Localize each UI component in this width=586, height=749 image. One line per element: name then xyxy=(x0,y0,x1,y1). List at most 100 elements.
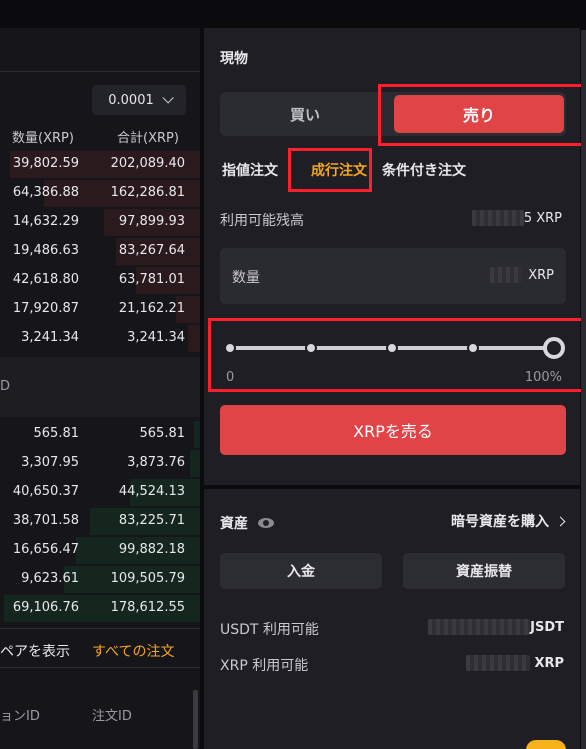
support-chat-button[interactable] xyxy=(526,740,566,749)
bid-amount: 3,307.95 xyxy=(21,455,79,470)
assets-title: 資産 xyxy=(220,513,274,533)
ask-row[interactable]: 39,802.59 202,089.40 xyxy=(0,150,200,179)
quantity-unit: XRP xyxy=(490,267,554,283)
redacted-usdt xyxy=(428,619,531,635)
bid-amount: 9,623.61 xyxy=(21,571,79,586)
xrp-available-suffix: XRP xyxy=(534,655,564,671)
orders-col-a: ョンID xyxy=(0,709,40,724)
ask-amount: 42,618.80 xyxy=(12,272,79,287)
bid-depth-bar xyxy=(190,450,200,477)
bid-total: 565.81 xyxy=(139,426,186,441)
ask-amount: 3,241.34 xyxy=(21,330,79,345)
mid-price-row: D xyxy=(0,357,200,417)
orders-bar: ペアを表示 すべての注文 xyxy=(0,628,200,668)
ask-row[interactable]: 14,632.29 97,899.93 xyxy=(0,208,200,237)
trade-section-title: 現物 xyxy=(220,51,248,67)
chevron-right-icon xyxy=(555,516,566,526)
bid-row[interactable]: 9,623.61 109,505.79 xyxy=(0,565,200,594)
bid-amount: 69,106.76 xyxy=(12,600,79,615)
xrp-available-label: XRP 利用可能 xyxy=(220,658,309,674)
ask-amount: 19,486.63 xyxy=(12,243,79,258)
deposit-button[interactable]: 入金 xyxy=(220,553,382,589)
slider-stop-0[interactable] xyxy=(224,342,236,354)
redacted-xrp xyxy=(466,655,531,671)
eye-icon[interactable] xyxy=(258,518,274,528)
top-strip xyxy=(0,0,586,22)
slider-handle[interactable] xyxy=(543,337,565,359)
bid-row[interactable]: 69,106.76 178,612.55 xyxy=(0,594,200,623)
orderbook-header xyxy=(0,28,200,72)
bid-row[interactable]: 3,307.95 3,873.76 xyxy=(0,449,200,478)
available-balance-suffix: 5 XRP xyxy=(523,210,562,226)
bid-row[interactable]: 16,656.47 99,882.18 xyxy=(0,536,200,565)
bid-row[interactable]: 38,701.58 83,225.71 xyxy=(0,507,200,536)
slider-stop-75[interactable] xyxy=(467,342,479,354)
ask-amount: 64,386.88 xyxy=(12,185,79,200)
orderbook-panel: 0.0001 数量(XRP) 合計(XRP) 39,802.59 202,089.… xyxy=(0,28,200,749)
ask-amount: 39,802.59 xyxy=(12,156,79,171)
sell-xrp-button[interactable]: XRPを売る xyxy=(220,405,566,455)
ask-total: 83,267.64 xyxy=(118,243,185,258)
amount-slider[interactable] xyxy=(224,337,565,359)
ask-total: 63,781.01 xyxy=(118,272,185,287)
ask-total: 162,286.81 xyxy=(110,185,185,200)
sell-tab-button[interactable]: 売り xyxy=(394,95,564,133)
usdt-available-suffix: JSDT xyxy=(530,619,564,635)
ask-depth-bar xyxy=(188,325,200,352)
ask-amount: 14,632.29 xyxy=(12,214,79,229)
buy-crypto-text: 暗号資産を購入 xyxy=(451,514,549,530)
available-balance-label: 利用可能残高 xyxy=(220,213,304,229)
side-toggle: 買い 売り xyxy=(220,92,566,136)
col-amount: 数量(XRP) xyxy=(12,131,74,146)
redacted-balance xyxy=(471,210,524,226)
ask-total: 202,089.40 xyxy=(110,156,185,171)
transfer-button[interactable]: 資産振替 xyxy=(403,553,565,589)
ask-total: 21,162.21 xyxy=(118,301,185,316)
bid-row[interactable]: 565.81 565.81 xyxy=(0,420,200,449)
bid-list: 565.81 565.81 3,307.95 3,873.76 40,650.37 44,… xyxy=(0,420,200,623)
quantity-field[interactable]: 数量 XRP xyxy=(220,248,566,304)
assets-title-text: 資産 xyxy=(220,516,248,532)
assets-panel: 資産 暗号資産を購入 入金 資産振替 USDT 利用可能 JSDT XRP 利用… xyxy=(204,489,580,749)
buy-crypto-link[interactable]: 暗号資産を購入 xyxy=(451,511,566,531)
ask-row[interactable]: 17,920.87 21,162.21 xyxy=(0,295,200,324)
bid-total: 99,882.18 xyxy=(118,542,185,557)
show-pair-toggle[interactable]: ペアを表示 xyxy=(0,641,70,661)
ask-row[interactable]: 64,386.88 162,286.81 xyxy=(0,179,200,208)
ask-list: 39,802.59 202,089.40 64,386.88 162,286.81 14… xyxy=(0,150,200,353)
bid-total: 83,225.71 xyxy=(118,513,185,528)
orders-scrollbar[interactable] xyxy=(193,690,198,749)
bid-row[interactable]: 40,650.37 44,524.13 xyxy=(0,478,200,507)
slider-stop-25[interactable] xyxy=(305,342,317,354)
bid-amount: 565.81 xyxy=(33,426,80,441)
precision-select[interactable]: 0.0001 xyxy=(92,85,186,115)
precision-value: 0.0001 xyxy=(108,92,154,108)
slider-min-label: 0 xyxy=(226,370,235,385)
trade-panel: 現物 買い 売り 指値注文 成行注文 条件付き注文 利用可能残高 5 XRP 数… xyxy=(204,28,586,485)
tab-conditional[interactable]: 条件付き注文 xyxy=(382,160,466,180)
ask-row[interactable]: 19,486.63 83,267.64 xyxy=(0,237,200,266)
buy-tab-button[interactable]: 買い xyxy=(220,92,390,136)
bid-total: 109,505.79 xyxy=(110,571,185,586)
ask-row[interactable]: 42,618.80 63,781.01 xyxy=(0,266,200,295)
redacted-quantity xyxy=(490,267,523,283)
available-balance-value: 5 XRP xyxy=(471,210,562,226)
bid-total: 178,612.55 xyxy=(110,600,185,615)
bid-amount: 38,701.58 xyxy=(12,513,79,528)
bid-amount: 40,650.37 xyxy=(12,484,79,499)
mid-price-label: D xyxy=(0,379,11,394)
all-orders-link[interactable]: すべての注文 xyxy=(92,641,174,661)
ask-amount: 17,920.87 xyxy=(12,301,79,316)
ask-total: 3,241.34 xyxy=(127,330,185,345)
quantity-label: 数量 xyxy=(232,270,260,286)
page-scrollbar[interactable] xyxy=(581,30,586,749)
tab-market[interactable]: 成行注文 xyxy=(311,160,367,180)
slider-max-label: 100% xyxy=(524,370,562,385)
slider-stop-50[interactable] xyxy=(386,342,398,354)
bid-total: 3,873.76 xyxy=(127,455,185,470)
usdt-available-value: JSDT xyxy=(428,619,564,635)
ask-row[interactable]: 3,241.34 3,241.34 xyxy=(0,324,200,353)
ask-total: 97,899.93 xyxy=(118,214,185,229)
xrp-available-value: XRP xyxy=(466,655,564,671)
tab-limit[interactable]: 指値注文 xyxy=(222,160,278,180)
